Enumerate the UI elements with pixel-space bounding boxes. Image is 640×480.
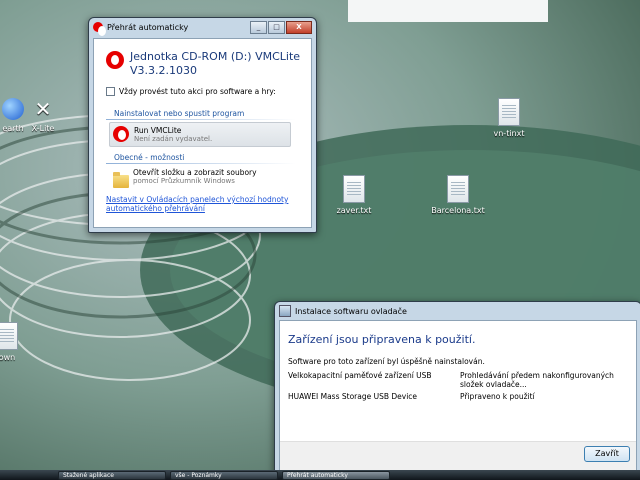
- dialog-footer: [280, 441, 636, 470]
- close-button[interactable]: X: [286, 20, 312, 34]
- autoplay-titlebar[interactable]: Přehrát automaticky _ □ X: [89, 18, 316, 36]
- device-version: V3.3.2.1030: [130, 64, 198, 77]
- taskbar-item[interactable]: Přehrát automaticky: [282, 471, 390, 480]
- divider: [106, 119, 296, 120]
- open-folder-title: Otevřít složku a zobrazit soubory: [133, 168, 257, 177]
- folder-icon: [113, 172, 129, 188]
- install-section-header: Nainstalovat nebo spustit program: [114, 109, 245, 118]
- always-do-label: Vždy provést tuto akci pro software a hr…: [119, 87, 276, 96]
- desktop-icon-barcelona[interactable]: Barcelona.txt: [423, 175, 493, 215]
- taskbar-item[interactable]: Stažené aplikace: [58, 471, 166, 480]
- taskbar: Stažené aplikace vše - Poznámky Přehrát …: [0, 470, 640, 480]
- device-name: Jednotka CD-ROM (D:) VMCLite: [130, 50, 301, 63]
- maximize-button[interactable]: □: [268, 20, 285, 34]
- install-heading: Zařízení jsou připravena k použití.: [288, 333, 476, 346]
- always-do-checkbox-row[interactable]: Vždy provést tuto akci pro software a hr…: [106, 87, 276, 96]
- desktop-icon-x-lite[interactable]: ✕ X-Lite: [8, 98, 78, 133]
- desktop-icon-vn-tinxt[interactable]: vn-tinxt: [474, 98, 544, 138]
- run-vmclite-title: Run VMCLite: [134, 126, 182, 135]
- device-name-cell: Velkokapacitní paměťové zařízení USB: [288, 371, 432, 380]
- text-file-icon: [498, 98, 520, 126]
- general-section-header: Obecné - možnosti: [114, 153, 185, 162]
- install-message: Software pro toto zařízení byl úspěšně n…: [288, 357, 485, 366]
- install-app-icon: [279, 305, 291, 317]
- autoplay-settings-link[interactable]: Nastavit v Ovládacích panelech výchozí h…: [106, 195, 302, 213]
- desktop-icon-own[interactable]: own: [0, 322, 42, 362]
- desktop-icon-label: Barcelona.txt: [431, 206, 485, 215]
- open-folder-subtitle: pomocí Průzkumník Windows: [133, 177, 235, 185]
- device-name-cell: HUAWEI Mass Storage USB Device: [288, 392, 418, 401]
- taskbar-item[interactable]: vše - Poznámky: [170, 471, 278, 480]
- autoplay-window: Přehrát automaticky _ □ X Jednotka CD-RO…: [88, 17, 317, 233]
- device-status-cell: Prohledávání předem nakonfigurovaných sl…: [460, 371, 614, 389]
- always-do-checkbox[interactable]: [106, 87, 115, 96]
- run-vmclite-subtitle: Není zadán vydavatel.: [134, 135, 213, 143]
- device-status-cell: Připraveno k použití: [460, 392, 535, 401]
- autoplay-content: Jednotka CD-ROM (D:) VMCLite V3.3.2.1030…: [93, 38, 312, 228]
- install-titlebar[interactable]: Instalace softwaru ovladače: [275, 302, 640, 320]
- desktop-icon-zaver[interactable]: zaver.txt: [319, 175, 389, 215]
- desktop-icon-label: vn-tinxt: [493, 129, 525, 138]
- desktop-icon-label: own: [0, 353, 16, 362]
- open-folder-option[interactable]: Otevřít složku a zobrazit soubory pomocí…: [109, 167, 289, 189]
- minimize-button[interactable]: _: [250, 20, 267, 34]
- vodafone-icon: [106, 51, 124, 69]
- divider: [106, 163, 296, 164]
- run-vmclite-option[interactable]: Run VMCLite Není zadán vydavatel.: [109, 122, 291, 147]
- install-content: Zařízení jsou připravena k použití. Soft…: [279, 320, 637, 470]
- desktop-icon-label: X-Lite: [31, 124, 55, 133]
- x-lite-icon: ✕: [34, 97, 52, 121]
- autoplay-title: Přehrát automaticky: [107, 22, 189, 32]
- autoplay-app-icon: [93, 22, 106, 36]
- close-dialog-button[interactable]: Zavřít: [584, 446, 630, 462]
- device-icon: [106, 51, 124, 71]
- document-icon: [0, 322, 18, 350]
- install-title: Instalace softwaru ovladače: [295, 306, 407, 316]
- text-file-icon: [447, 175, 469, 203]
- install-dialog: Instalace softwaru ovladače Zařízení jso…: [274, 301, 640, 475]
- vodafone-icon: [113, 126, 129, 142]
- desktop-icon-label: zaver.txt: [336, 206, 372, 215]
- text-file-icon: [343, 175, 365, 203]
